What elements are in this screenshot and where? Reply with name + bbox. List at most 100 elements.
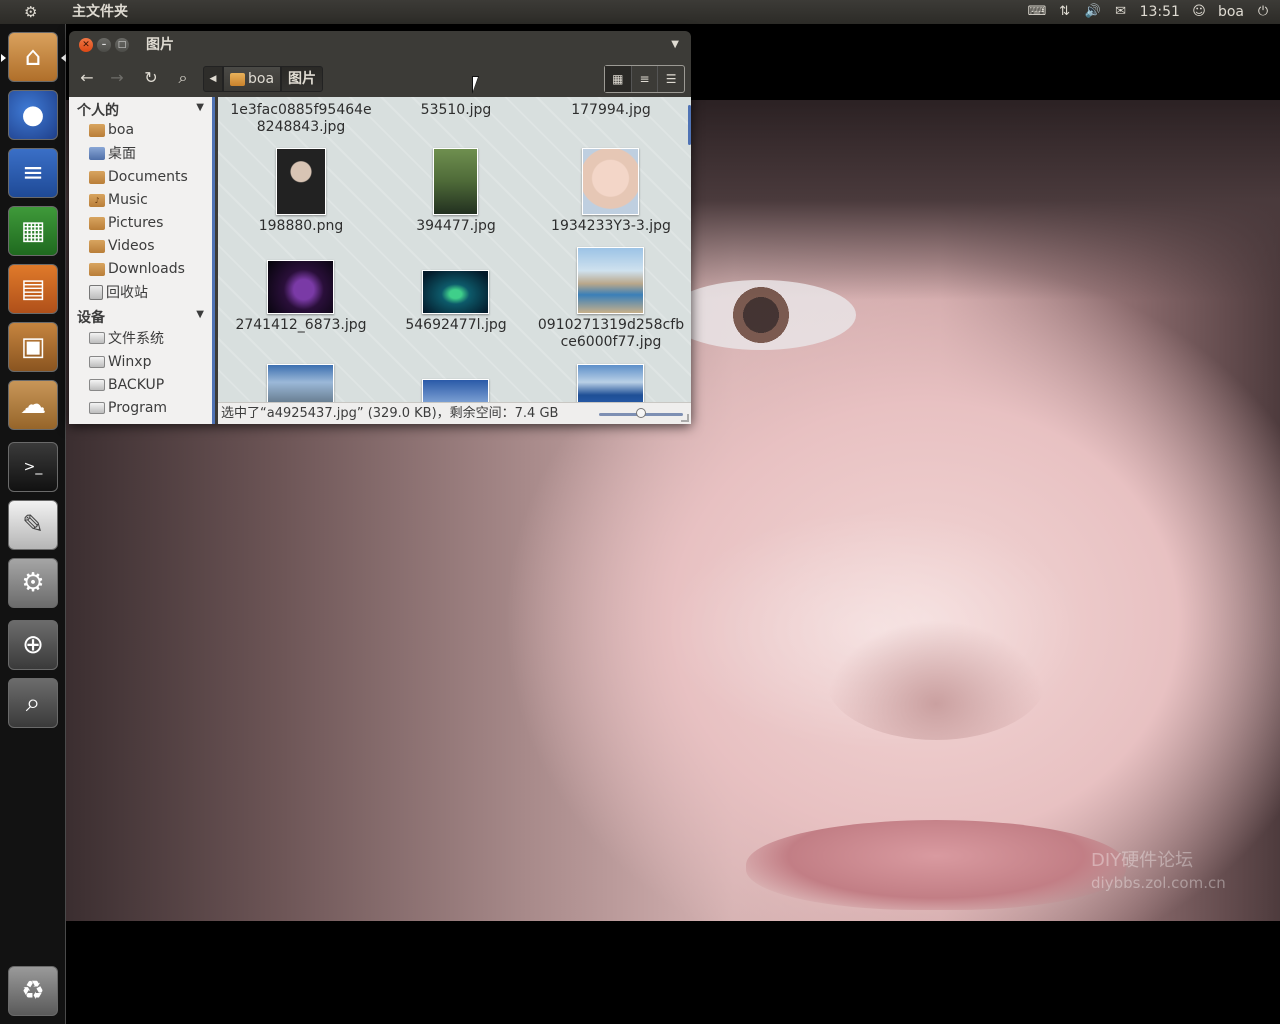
file-item[interactable]: 0910271319d258cfb ce6000f77.jpg — [536, 317, 686, 351]
sidebar-item-desktop[interactable]: 桌面 — [89, 142, 136, 164]
forward-arrow-icon[interactable]: → — [105, 66, 129, 90]
sidebar-item-label: Program — [108, 400, 168, 416]
dash-search-icon[interactable]: ⌕ — [8, 678, 58, 728]
home-folder-icon — [89, 123, 105, 137]
libreoffice-calc-icon[interactable]: ▦ — [8, 206, 58, 256]
sidebar-item-pictures[interactable]: Pictures — [89, 212, 163, 234]
sidebar-item-boa[interactable]: boa — [89, 119, 134, 141]
clock[interactable]: 13:51 — [1140, 0, 1180, 24]
software-center-icon[interactable]: ▣ — [8, 322, 58, 372]
search-icon[interactable]: ⌕ — [171, 66, 195, 90]
home-icon — [230, 72, 245, 86]
indicator-tray: ⌨ ⇅ 🔊 ✉ 13:51 ☺ boa ⏻ — [1028, 0, 1272, 24]
file-thumbnail[interactable] — [433, 148, 478, 215]
file-item[interactable]: 198880.png — [226, 218, 376, 235]
libreoffice-writer-icon[interactable]: ≡ — [8, 148, 58, 198]
file-thumbnail[interactable] — [422, 270, 489, 314]
libreoffice-impress-icon[interactable]: ▤ — [8, 264, 58, 314]
zoom-slider-handle[interactable] — [636, 408, 646, 418]
close-icon[interactable]: ✕ — [79, 38, 93, 52]
file-thumbnail[interactable] — [577, 364, 644, 402]
breadcrumb-item-boa[interactable]: boa — [223, 66, 282, 92]
file-icon-view[interactable]: 1e3fac0885f95464e 8248843.jpg 53510.jpg … — [218, 97, 691, 402]
sidebar-header-personal[interactable]: 个人的 — [77, 100, 119, 120]
keyboard-icon[interactable]: ⌨ — [1028, 4, 1047, 20]
system-settings-icon[interactable]: ⚙ — [8, 558, 58, 608]
ubuntu-one-icon[interactable]: ☁ — [8, 380, 58, 430]
desktop-folder-icon — [89, 146, 105, 160]
file-thumbnail[interactable] — [267, 260, 334, 314]
sidebar-item-documents[interactable]: Documents — [89, 166, 188, 188]
user-icon[interactable]: ☺ — [1190, 4, 1208, 20]
collapse-personal-icon[interactable]: ▼ — [196, 102, 204, 113]
file-item[interactable]: 1e3fac0885f95464e 8248843.jpg — [226, 102, 376, 136]
back-arrow-icon[interactable]: ← — [75, 66, 99, 90]
sidebar-header-devices[interactable]: 设备 — [77, 307, 105, 327]
sidebar-item-backup[interactable]: BACKUP — [89, 374, 164, 396]
vertical-scrollbar[interactable] — [688, 105, 691, 145]
sidebar-item-label: 文件系统 — [108, 331, 164, 347]
sidebar-item-trash[interactable]: 回收站 — [89, 281, 148, 303]
file-item[interactable]: 2741412_6873.jpg — [226, 317, 376, 334]
text-editor-icon[interactable]: ✎ — [8, 500, 58, 550]
compact-view-icon[interactable]: ☰ — [658, 66, 684, 92]
window-menu-icon[interactable]: ▼ — [671, 39, 679, 50]
maximize-icon[interactable]: □ — [115, 38, 129, 52]
file-item[interactable]: 177994.jpg — [536, 102, 686, 119]
breadcrumb-item-pictures[interactable]: 图片 — [281, 66, 324, 92]
videos-folder-icon — [89, 239, 105, 253]
zoom-in-icon[interactable]: ⊕ — [8, 620, 58, 670]
file-thumbnail[interactable] — [582, 148, 639, 215]
sidebar-item-label: Winxp — [108, 354, 152, 370]
file-item[interactable]: 53510.jpg — [381, 102, 531, 119]
sidebar-item-label: Music — [108, 192, 148, 208]
file-thumbnail[interactable] — [276, 148, 326, 215]
resize-grip-icon[interactable] — [681, 414, 689, 422]
sidebar-item-program[interactable]: Program — [89, 397, 167, 419]
launcher: ⌂ ● ≡ ▦ ▤ ▣ ☁ >_ ✎ ⚙ ⊕ ⌕ ♻ — [0, 24, 66, 1024]
music-folder-icon: ♪ — [89, 193, 105, 207]
sidebar-item-winxp[interactable]: Winxp — [89, 351, 151, 373]
window-title: 图片 — [146, 37, 174, 53]
mouse-pointer-icon — [472, 76, 479, 94]
breadcrumb: ◀ boa 图片 — [203, 66, 324, 92]
sidebar-item-videos[interactable]: Videos — [89, 235, 155, 257]
sidebar-item-music[interactable]: ♪ Music — [89, 189, 148, 211]
collapse-devices-icon[interactable]: ▼ — [196, 309, 204, 320]
sidebar-item-downloads[interactable]: Downloads — [89, 258, 185, 280]
power-icon[interactable]: ⏻ — [1254, 4, 1272, 20]
watermark-line2: diybbs.zol.com.cn — [1091, 874, 1226, 892]
file-item[interactable]: 394477.jpg — [381, 218, 531, 235]
reload-icon[interactable]: ↻ — [139, 66, 163, 90]
file-item[interactable]: 54692477l.jpg — [381, 317, 531, 334]
window-titlebar[interactable]: ✕ – □ 图片 ▼ — [69, 31, 691, 59]
breadcrumb-label-pictures: 图片 — [288, 71, 317, 87]
sidebar-item-label: 桌面 — [108, 146, 136, 162]
ubuntu-logo-icon[interactable]: ⚙ — [24, 3, 42, 21]
sidebar-item-filesystem[interactable]: 文件系统 — [89, 327, 164, 349]
drive-icon — [89, 356, 105, 368]
network-icon[interactable]: ⇅ — [1056, 4, 1074, 20]
sidebar-item-label: 回收站 — [106, 285, 148, 301]
firefox-icon[interactable]: ● — [8, 90, 58, 140]
file-thumbnail[interactable] — [267, 364, 334, 402]
list-view-icon[interactable]: ≡ — [632, 66, 659, 92]
trash-icon[interactable]: ♻ — [8, 966, 58, 1016]
user-name[interactable]: boa — [1218, 0, 1244, 24]
zoom-slider[interactable] — [599, 408, 683, 418]
volume-icon[interactable]: 🔊 — [1084, 4, 1102, 20]
desktop: DIY硬件论坛 diybbs.zol.com.cn ⚙ 主文件夹 ⌨ ⇅ 🔊 ✉… — [0, 0, 1280, 1024]
file-thumbnail[interactable] — [577, 247, 644, 314]
file-item[interactable]: 1934233Y3-3.jpg — [536, 218, 686, 235]
home-folder-icon[interactable]: ⌂ — [1, 32, 66, 82]
mail-icon[interactable]: ✉ — [1112, 4, 1130, 20]
icon-view-icon[interactable]: ▦ — [605, 66, 632, 92]
file-thumbnail[interactable] — [422, 379, 489, 402]
minimize-icon[interactable]: – — [97, 38, 111, 52]
sidebar-item-label: Videos — [108, 238, 155, 254]
status-bar: 选中了“a4925437.jpg” (329.0 KB)，剩余空间：7.4 GB — [218, 402, 691, 424]
drive-icon — [89, 402, 105, 414]
sidebar-item-label: boa — [108, 122, 135, 138]
terminal-icon[interactable]: >_ — [8, 442, 58, 492]
breadcrumb-left-arrow-icon[interactable]: ◀ — [203, 66, 223, 92]
